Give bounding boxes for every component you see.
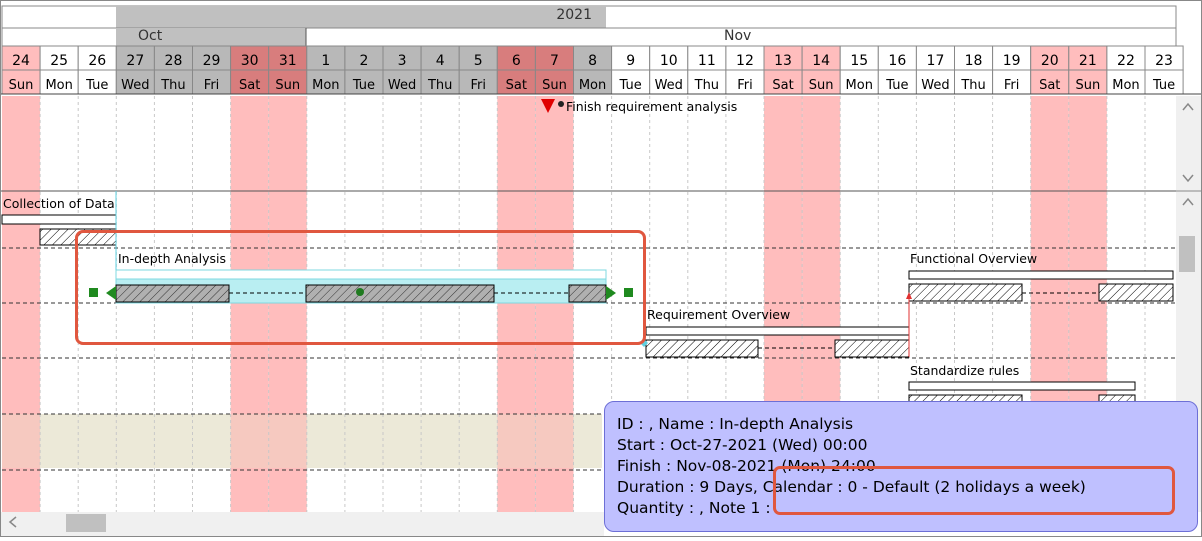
task-label-functional-overview: Functional Overview (910, 251, 1037, 266)
day-number: 18 (965, 53, 983, 69)
weekday-name: Thu (960, 78, 985, 93)
day-number: 27 (126, 53, 144, 69)
task-bar-functional-overview-seg2[interactable] (1098, 283, 1174, 302)
day-number: 22 (1117, 53, 1135, 69)
task-bar-functional-overview-seg1[interactable] (908, 283, 1023, 302)
milestone-label: Finish requirement analysis (566, 99, 737, 114)
weekday-name: Tue (1152, 78, 1175, 93)
day-number: 31 (279, 53, 297, 69)
selected-task-highlight (75, 230, 646, 345)
weekday-name: Tue (619, 78, 642, 93)
weekday-name: Sat (772, 78, 793, 93)
weekday-name: Fri (1004, 78, 1020, 93)
weekday-name: Mon (1112, 78, 1139, 93)
gantt-chart-window: 24 Sun 25 Mon 26 Tue 27 Wed 28 Thu 29 Fri 30 Sat 31 Sun… (0, 0, 1202, 537)
weekday-name: Thu (160, 78, 185, 93)
weekday-name: Tue (352, 78, 375, 93)
holiday-row-band (535, 414, 574, 468)
month-label-nov: Nov (724, 28, 751, 44)
tooltip-id-name: ID : , Name : In-depth Analysis (617, 415, 854, 433)
day-number: 12 (736, 53, 754, 69)
day-number: 21 (1079, 53, 1097, 69)
day-number: 1 (321, 53, 330, 69)
holiday-row-band (230, 414, 269, 468)
calendar-highlight (773, 466, 1175, 515)
day-number: 28 (165, 53, 183, 69)
task-bar-requirement-overview-seg1[interactable] (645, 339, 759, 358)
day-number: 10 (660, 53, 678, 69)
year-label: 2021 (556, 7, 592, 23)
weekday-name: Mon (846, 78, 873, 93)
weekday-name: Fri (471, 78, 487, 93)
task-label-standardize-rules: Standardize rules (910, 363, 1019, 378)
day-number: 17 (927, 53, 945, 69)
weekday-name: Sat (239, 78, 260, 93)
day-number: 30 (241, 53, 259, 69)
month-label-oct: Oct (138, 28, 163, 44)
weekday-name: Tue (885, 78, 908, 93)
milestone-anchor-icon (558, 101, 564, 107)
holiday-row-band (268, 414, 307, 468)
day-number: 5 (474, 53, 483, 69)
tooltip-duration: Duration : 9 Days, (617, 478, 763, 496)
day-number: 7 (550, 53, 559, 69)
task-bar-requirement-overview-seg2[interactable] (834, 339, 910, 358)
vertical-scroll-thumb[interactable] (1179, 236, 1195, 272)
day-number: 14 (812, 53, 830, 69)
day-number: 9 (626, 53, 635, 69)
day-number: 16 (888, 53, 906, 69)
weekday-name: Mon (45, 78, 72, 93)
task-bar-collection-of-data-plan[interactable] (1, 214, 117, 225)
weekday-name: Sun (9, 78, 34, 93)
day-number: 11 (698, 53, 716, 69)
tooltip-start: Start : Oct-27-2021 (Wed) 00:00 (617, 436, 868, 454)
task-label-requirement-overview: Requirement Overview (647, 307, 790, 322)
weekday-name: Mon (312, 78, 339, 93)
weekday-name: Tue (85, 78, 108, 93)
day-number: 24 (12, 53, 30, 69)
day-number: 29 (203, 53, 221, 69)
weekday-name: Fri (737, 78, 753, 93)
weekday-name: Wed (921, 78, 949, 93)
weekday-name: Sat (506, 78, 527, 93)
weekday-name: Sun (1075, 78, 1100, 93)
day-number: 6 (512, 53, 521, 69)
weekday-name: Thu (427, 78, 452, 93)
weekday-name: Thu (694, 78, 719, 93)
weekday-name: Sun (542, 78, 567, 93)
day-number: 19 (1003, 53, 1021, 69)
day-number: 20 (1041, 53, 1059, 69)
holiday-row-band (497, 414, 536, 468)
weekday-name: Sun (809, 78, 834, 93)
weekday-name: Fri (204, 78, 220, 93)
day-number: 15 (850, 53, 868, 69)
day-number: 26 (88, 53, 106, 69)
weekday-name: Sun (275, 78, 300, 93)
task-bar-standardize-rules-plan[interactable] (908, 381, 1136, 391)
weekday-name: Mon (579, 78, 606, 93)
task-label-collection-of-data: Collection of Data (3, 196, 115, 211)
day-number: 25 (50, 53, 68, 69)
milestone-finish-requirement-analysis[interactable]: Finish requirement analysis (541, 99, 737, 114)
weekday-name: Sat (1039, 78, 1060, 93)
day-number: 3 (398, 53, 407, 69)
day-number: 4 (436, 53, 445, 69)
year-shade (116, 6, 606, 28)
day-number: 23 (1155, 53, 1173, 69)
weekday-name: Wed (655, 78, 683, 93)
horizontal-scroll-thumb[interactable] (66, 514, 106, 532)
holiday-row-band (2, 414, 41, 468)
weekday-name: Wed (388, 78, 416, 93)
day-number: 13 (774, 53, 792, 69)
weekday-name: Wed (121, 78, 149, 93)
task-bar-functional-overview-plan[interactable] (908, 270, 1174, 280)
day-number: 2 (359, 53, 368, 69)
day-number: 8 (588, 53, 597, 69)
task-bar-requirement-overview-plan[interactable] (645, 326, 910, 336)
